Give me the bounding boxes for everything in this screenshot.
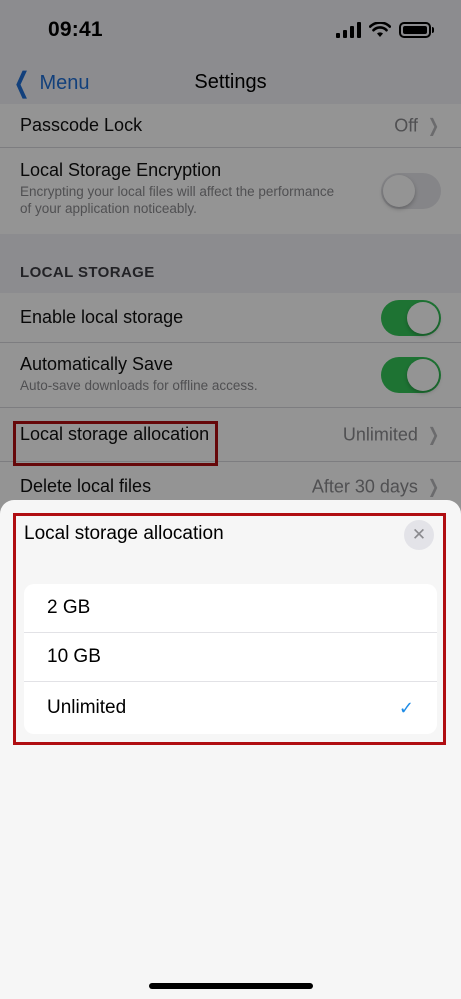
option-label: 2 GB <box>47 597 91 618</box>
option-10gb[interactable]: 10 GB <box>24 633 437 682</box>
option-label: Unlimited <box>47 697 127 718</box>
home-indicator <box>149 983 313 989</box>
close-button[interactable]: ✕ <box>404 520 434 550</box>
options-list: 2 GB 10 GB Unlimited ✓ <box>24 584 437 734</box>
option-2gb[interactable]: 2 GB <box>24 584 437 633</box>
checkmark-icon: ✓ <box>398 697 414 718</box>
option-label: 10 GB <box>47 646 101 667</box>
option-unlimited[interactable]: Unlimited ✓ <box>24 682 437 734</box>
sheet-title: Local storage allocation <box>24 523 224 544</box>
close-icon: ✕ <box>411 525 427 544</box>
bottom-sheet: Local storage allocation ✕ 2 GB 10 GB Un… <box>0 500 461 999</box>
